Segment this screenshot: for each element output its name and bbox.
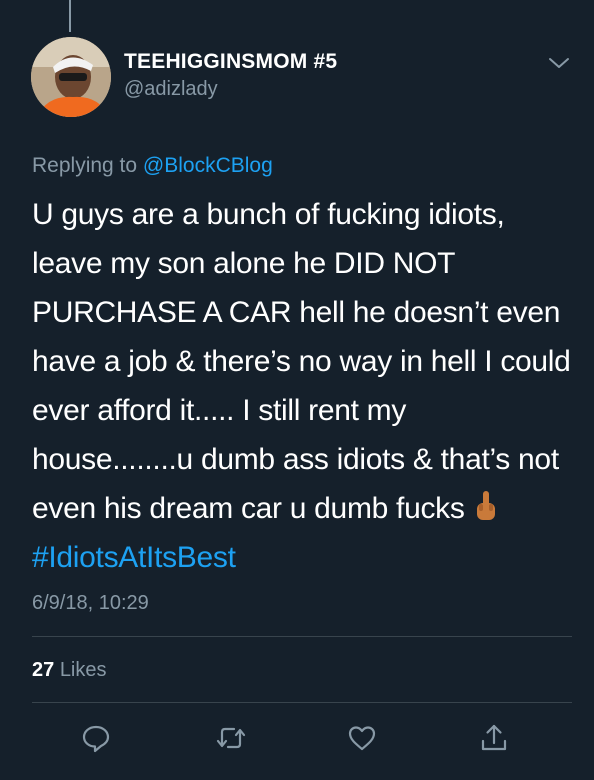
tweet-text: U guys are a bunch of fucking idiots, le…: [32, 190, 572, 582]
replying-to-label: Replying to: [32, 154, 138, 177]
share-icon: [481, 724, 507, 751]
tweet-body-text: U guys are a bunch of fucking idiots, le…: [32, 198, 571, 525]
tweet-timestamp[interactable]: 6/9/18, 10:29: [32, 592, 149, 615]
retweet-button[interactable]: [215, 722, 247, 754]
user-handle[interactable]: @adizlady: [124, 78, 218, 101]
likes-stat[interactable]: 27 Likes: [32, 659, 107, 682]
avatar[interactable]: [31, 37, 111, 117]
thread-connector-line: [69, 0, 71, 32]
like-button[interactable]: [346, 722, 378, 754]
like-icon: [348, 726, 376, 751]
middle-finger-emoji-icon: [473, 488, 499, 520]
reply-button[interactable]: [80, 722, 112, 754]
hashtag-link[interactable]: #IdiotsAtItsBest: [32, 541, 236, 574]
mention-link[interactable]: @BlockCBlog: [143, 154, 273, 177]
chevron-down-icon[interactable]: [548, 56, 570, 70]
display-name[interactable]: TEEHIGGINSMOM #5: [124, 50, 337, 74]
retweet-icon: [216, 727, 246, 749]
reply-icon: [82, 725, 110, 753]
share-button[interactable]: [478, 722, 510, 754]
avatar-image: [31, 37, 111, 117]
divider: [32, 636, 572, 637]
divider: [32, 702, 572, 703]
likes-count: 27: [32, 659, 55, 681]
replying-to-line: Replying to @BlockCBlog: [32, 154, 273, 178]
likes-label: Likes: [59, 659, 107, 681]
